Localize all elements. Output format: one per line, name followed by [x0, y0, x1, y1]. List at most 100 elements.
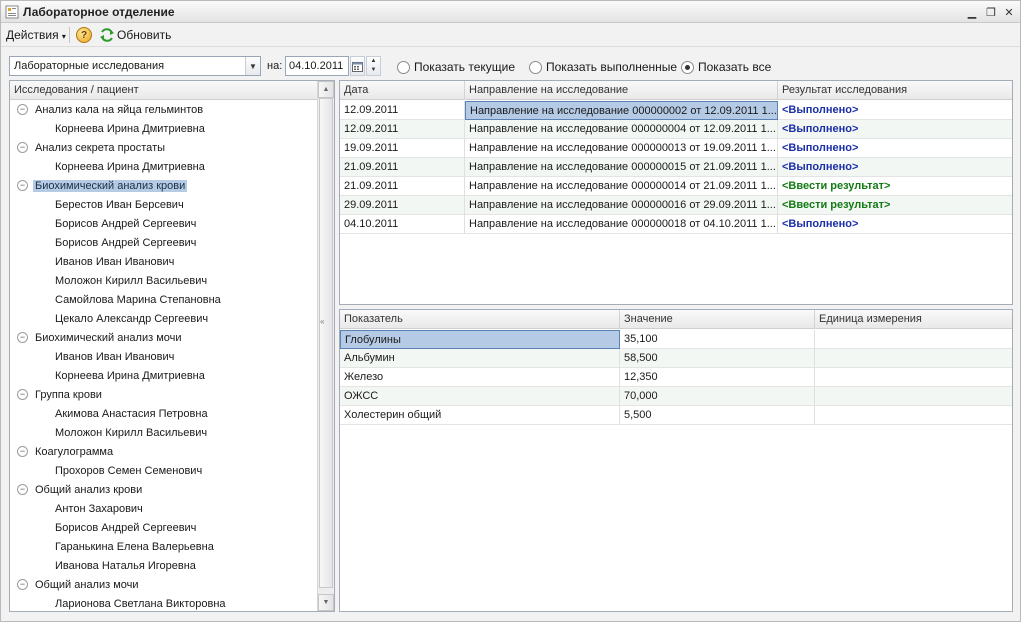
- close-icon[interactable]: ✕: [1001, 4, 1017, 20]
- help-button[interactable]: ?: [76, 27, 92, 43]
- referral-cell-result[interactable]: <Ввести результат>: [778, 177, 1012, 196]
- referral-row[interactable]: 12.09.2011 Направление на исследование 00…: [340, 120, 1012, 139]
- referral-cell-date[interactable]: 29.09.2011: [340, 196, 465, 215]
- splitter-handle-icon[interactable]: «: [320, 317, 324, 326]
- indicator-cell-name[interactable]: Альбумин: [340, 349, 620, 368]
- collapse-icon[interactable]: −: [17, 389, 28, 400]
- collapse-icon[interactable]: −: [17, 446, 28, 457]
- refresh-button[interactable]: Обновить: [117, 28, 171, 42]
- tree-patient-row[interactable]: Гаранькина Елена Валерьевна: [10, 538, 318, 557]
- indicator-row[interactable]: Глобулины 35,100: [340, 330, 1012, 349]
- tree-patient-row[interactable]: Иванов Иван Иванович: [10, 348, 318, 367]
- tree-scrollbar[interactable]: ▲ ▼: [317, 81, 334, 611]
- tree-patient-row[interactable]: Прохоров Семен Семенович: [10, 462, 318, 481]
- scroll-down-icon[interactable]: ▼: [318, 594, 334, 611]
- tree-patient-row[interactable]: Цекало Александр Сергеевич: [10, 310, 318, 329]
- indicator-cell-value[interactable]: 12,350: [620, 368, 815, 387]
- indicator-row[interactable]: ОЖСС 70,000: [340, 387, 1012, 406]
- referral-row[interactable]: 29.09.2011 Направление на исследование 00…: [340, 196, 1012, 215]
- tree-patient-row[interactable]: Борисов Андрей Сергеевич: [10, 215, 318, 234]
- tree-patient-row[interactable]: Иванов Иван Иванович: [10, 253, 318, 272]
- referral-cell-referral[interactable]: Направление на исследование 000000016 от…: [465, 196, 778, 215]
- collapse-icon[interactable]: −: [17, 180, 28, 191]
- tree-group-row[interactable]: − Группа крови: [10, 386, 318, 405]
- indicator-cell-value[interactable]: 70,000: [620, 387, 815, 406]
- referral-cell-date[interactable]: 21.09.2011: [340, 177, 465, 196]
- referral-cell-referral[interactable]: Направление на исследование 000000013 от…: [465, 139, 778, 158]
- tree-group-row[interactable]: − Анализ секрета простаты: [10, 139, 318, 158]
- collapse-icon[interactable]: −: [17, 104, 28, 115]
- tree-group-row[interactable]: − Анализ кала на яйца гельминтов: [10, 101, 318, 120]
- indicator-cell-name[interactable]: Холестерин общий: [340, 406, 620, 425]
- referral-cell-result[interactable]: <Выполнено>: [778, 139, 1012, 158]
- referral-cell-referral[interactable]: Направление на исследование 000000015 от…: [465, 158, 778, 177]
- referral-row[interactable]: 04.10.2011 Направление на исследование 00…: [340, 215, 1012, 234]
- column-header-result[interactable]: Результат исследования: [778, 81, 1012, 100]
- tree-patient-row[interactable]: Иванова Наталья Игоревна: [10, 557, 318, 576]
- referral-cell-result[interactable]: <Выполнено>: [778, 158, 1012, 177]
- tree-patient-row[interactable]: Берестов Иван Берсевич: [10, 196, 318, 215]
- referral-cell-date[interactable]: 21.09.2011: [340, 158, 465, 177]
- referral-cell-referral[interactable]: Направление на исследование 000000018 от…: [465, 215, 778, 234]
- tree-patient-row[interactable]: Моложон Кирилл Васильевич: [10, 424, 318, 443]
- tree-header[interactable]: Исследования / пациент: [10, 81, 318, 100]
- indicator-row[interactable]: Железо 12,350: [340, 368, 1012, 387]
- referral-row[interactable]: 19.09.2011 Направление на исследование 00…: [340, 139, 1012, 158]
- referral-cell-date[interactable]: 12.09.2011: [340, 120, 465, 139]
- tree-group-row[interactable]: − Биохимический анализ мочи: [10, 329, 318, 348]
- restore-icon[interactable]: ❐: [983, 4, 999, 20]
- referral-cell-date[interactable]: 19.09.2011: [340, 139, 465, 158]
- radio-show-completed[interactable]: Показать выполненные: [529, 60, 677, 74]
- indicator-cell-unit[interactable]: [815, 330, 1012, 349]
- indicator-cell-unit[interactable]: [815, 368, 1012, 387]
- referral-cell-referral[interactable]: Направление на исследование 000000014 от…: [465, 177, 778, 196]
- referral-cell-result[interactable]: <Ввести результат>: [778, 196, 1012, 215]
- column-header-unit[interactable]: Единица измерения: [815, 310, 1012, 329]
- minimize-icon[interactable]: ▁: [964, 4, 980, 20]
- column-header-date[interactable]: Дата: [340, 81, 465, 100]
- column-header-value[interactable]: Значение: [620, 310, 815, 329]
- study-type-select[interactable]: Лабораторные исследования ▼: [9, 56, 261, 76]
- tree-group-row[interactable]: − Общий анализ крови: [10, 481, 318, 500]
- column-header-referral[interactable]: Направление на исследование: [465, 81, 778, 100]
- tree-patient-row[interactable]: Корнеева Ирина Дмитриевна: [10, 158, 318, 177]
- tree-patient-row[interactable]: Акимова Анастасия Петровна: [10, 405, 318, 424]
- scroll-thumb[interactable]: [319, 98, 333, 588]
- indicator-cell-unit[interactable]: [815, 349, 1012, 368]
- collapse-icon[interactable]: −: [17, 142, 28, 153]
- tree-patient-row[interactable]: Корнеева Ирина Дмитриевна: [10, 120, 318, 139]
- tree-patient-row[interactable]: Корнеева Ирина Дмитриевна: [10, 367, 318, 386]
- indicator-cell-value[interactable]: 5,500: [620, 406, 815, 425]
- referral-cell-result[interactable]: <Выполнено>: [778, 101, 1012, 120]
- dropdown-arrow-icon[interactable]: ▼: [245, 57, 260, 75]
- referral-cell-referral[interactable]: Направление на исследование 000000002 от…: [465, 101, 778, 120]
- collapse-icon[interactable]: −: [17, 579, 28, 590]
- actions-menu[interactable]: Действия ▾: [6, 28, 66, 42]
- tree-patient-row[interactable]: Самойлова Марина Степановна: [10, 291, 318, 310]
- date-input[interactable]: 04.10.2011: [285, 56, 349, 76]
- tree-patient-row[interactable]: Моложон Кирилл Васильевич: [10, 272, 318, 291]
- tree-group-row[interactable]: − Общий анализ мочи: [10, 576, 318, 595]
- referral-cell-date[interactable]: 04.10.2011: [340, 215, 465, 234]
- indicator-cell-value[interactable]: 35,100: [620, 330, 815, 349]
- referral-cell-result[interactable]: <Выполнено>: [778, 120, 1012, 139]
- tree-group-row[interactable]: − Коагулограмма: [10, 443, 318, 462]
- collapse-icon[interactable]: −: [17, 484, 28, 495]
- tree-patient-row[interactable]: Антон Захарович: [10, 500, 318, 519]
- calendar-button[interactable]: [350, 56, 365, 76]
- tree-patient-row[interactable]: Борисов Андрей Сергеевич: [10, 519, 318, 538]
- indicator-row[interactable]: Альбумин 58,500: [340, 349, 1012, 368]
- refresh-icon[interactable]: [99, 27, 115, 43]
- referral-row[interactable]: 21.09.2011 Направление на исследование 00…: [340, 177, 1012, 196]
- indicator-cell-name[interactable]: Железо: [340, 368, 620, 387]
- spin-up-icon[interactable]: ▲: [367, 57, 380, 66]
- collapse-icon[interactable]: −: [17, 332, 28, 343]
- indicator-cell-value[interactable]: 58,500: [620, 349, 815, 368]
- indicator-cell-unit[interactable]: [815, 406, 1012, 425]
- referral-row[interactable]: 21.09.2011 Направление на исследование 00…: [340, 158, 1012, 177]
- referral-row[interactable]: 12.09.2011 Направление на исследование 00…: [340, 101, 1012, 120]
- referral-cell-date[interactable]: 12.09.2011: [340, 101, 465, 120]
- spin-down-icon[interactable]: ▼: [367, 66, 380, 75]
- scroll-up-icon[interactable]: ▲: [318, 81, 334, 98]
- indicator-cell-unit[interactable]: [815, 387, 1012, 406]
